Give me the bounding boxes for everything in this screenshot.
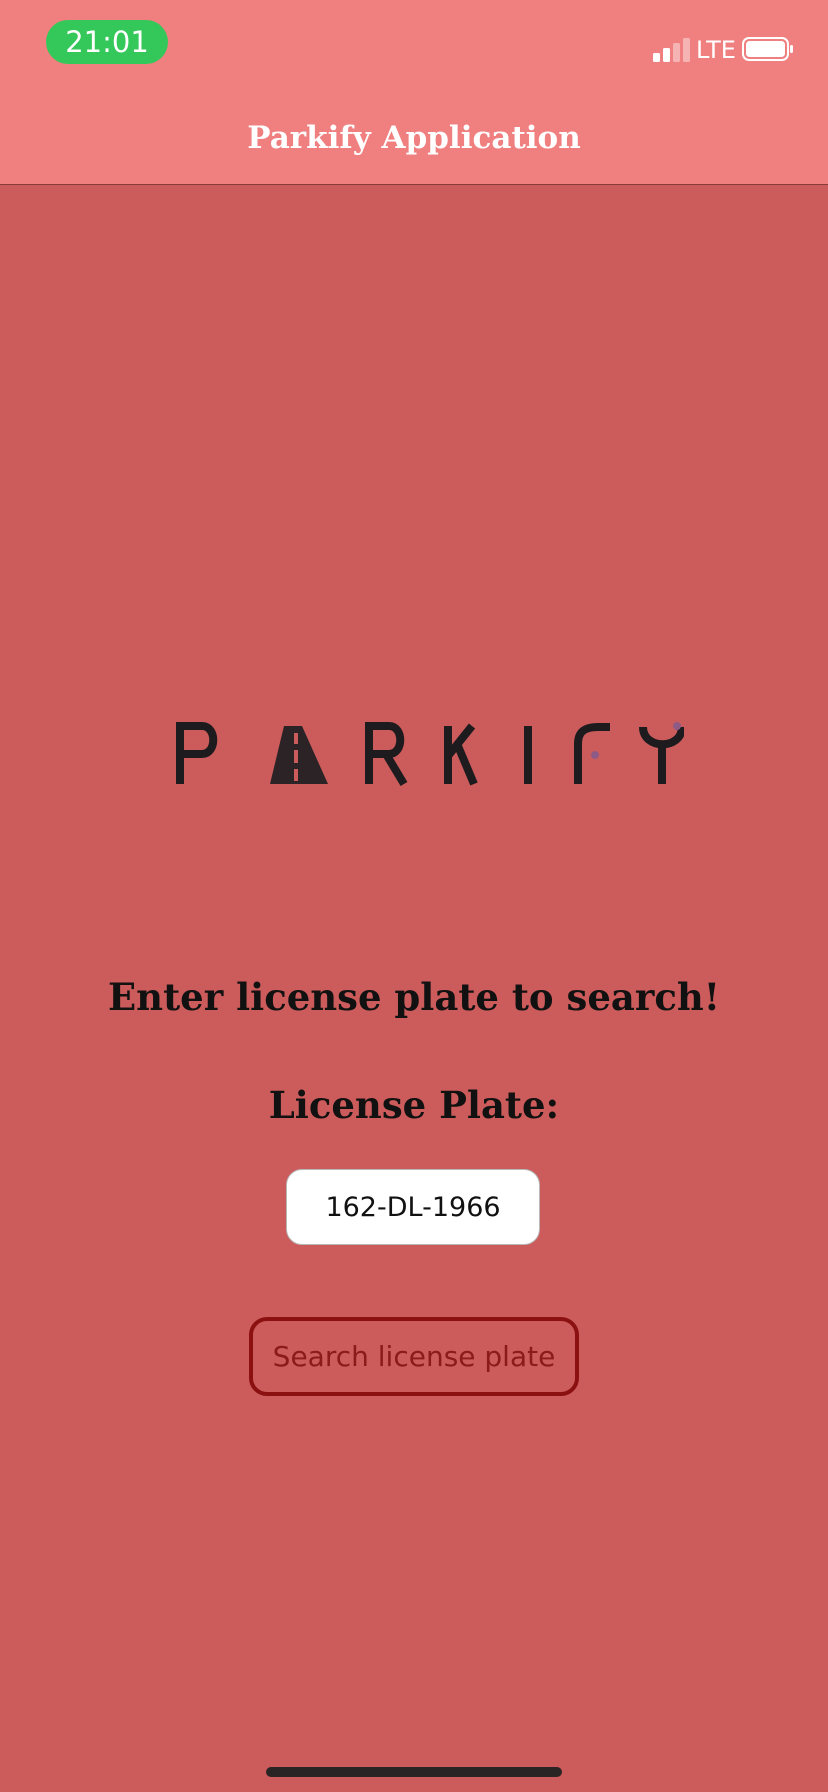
search-prompt: Enter license plate to search! xyxy=(107,975,721,1019)
status-bar: 21:01 LTE xyxy=(0,0,828,92)
page-title: Parkify Application xyxy=(247,120,581,156)
license-plate-label: License Plate: xyxy=(268,1083,560,1127)
license-plate-input[interactable] xyxy=(286,1169,540,1245)
network-type: LTE xyxy=(696,36,736,64)
parkify-logo xyxy=(176,722,684,787)
navigation-bar: Parkify Application xyxy=(0,92,828,185)
signal-icon xyxy=(653,38,690,62)
status-time[interactable]: 21:01 xyxy=(46,20,168,64)
battery-icon xyxy=(742,37,793,61)
search-license-plate-button[interactable]: Search license plate xyxy=(249,1317,579,1396)
home-indicator[interactable] xyxy=(266,1767,562,1777)
